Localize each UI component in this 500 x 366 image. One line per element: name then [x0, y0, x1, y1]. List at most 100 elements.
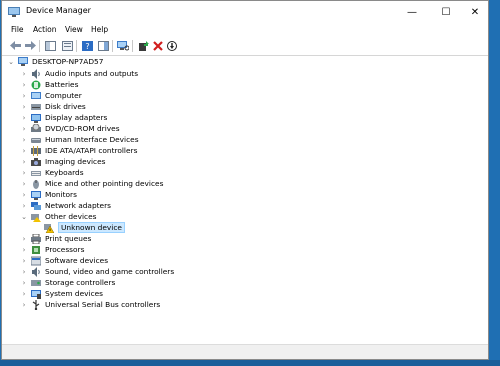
device-manager-window: Device Manager — ☐ ✕ File Action View He…: [1, 0, 489, 360]
properties-icon[interactable]: [60, 39, 74, 52]
tree-item-disk-drives[interactable]: › Disk drives: [20, 101, 86, 112]
tree-item-label: Audio inputs and outputs: [45, 69, 139, 78]
tree-item-dvd[interactable]: › DVD/CD-ROM drives: [20, 123, 120, 134]
minimize-button[interactable]: —: [398, 1, 426, 23]
tree-item-label: Network adapters: [45, 201, 111, 210]
tree-item-batteries[interactable]: › Batteries: [20, 79, 78, 90]
tree-item-other-devices[interactable]: ⌄ Other devices: [20, 211, 96, 222]
expand-chevron-icon[interactable]: ›: [20, 189, 28, 200]
close-button[interactable]: ✕: [461, 1, 489, 23]
device-tree[interactable]: ⌄ DESKTOP-NP7AD57 › Audio inputs and out…: [2, 56, 488, 346]
tree-item-print-queues[interactable]: › Print queues: [20, 233, 91, 244]
expand-chevron-icon[interactable]: ›: [20, 299, 28, 310]
tree-item-label: Display adapters: [45, 113, 108, 122]
printer-icon: [31, 233, 41, 244]
tree-item-unknown-device[interactable]: Unknown device: [33, 222, 125, 233]
expand-chevron-icon[interactable]: ›: [20, 112, 28, 123]
device-manager-icon: [8, 7, 20, 17]
tree-item-storage[interactable]: › Storage controllers: [20, 277, 116, 288]
expand-chevron-icon[interactable]: ›: [20, 244, 28, 255]
tree-root[interactable]: ⌄ DESKTOP-NP7AD57: [7, 56, 103, 67]
ide-controller-icon: [31, 145, 41, 156]
tree-item-label: System devices: [45, 289, 104, 298]
expand-chevron-icon[interactable]: ›: [20, 134, 28, 145]
show-hide-console-tree-icon[interactable]: [43, 39, 57, 52]
tree-item-label: Processors: [45, 245, 85, 254]
tree-item-mice[interactable]: › Mice and other pointing devices: [20, 178, 163, 189]
expand-chevron-icon[interactable]: ›: [20, 277, 28, 288]
menu-help[interactable]: Help: [91, 25, 108, 34]
network-adapter-icon: [31, 201, 41, 211]
tree-item-sound[interactable]: › Sound, video and game controllers: [20, 266, 174, 277]
tree-item-label: DVD/CD-ROM drives: [45, 124, 120, 133]
expand-chevron-icon[interactable]: ›: [20, 101, 28, 112]
tree-item-keyboards[interactable]: › Keyboards: [20, 167, 84, 178]
expand-chevron-icon[interactable]: ›: [20, 90, 28, 101]
expand-chevron-icon[interactable]: ›: [20, 156, 28, 167]
expand-chevron-icon[interactable]: ›: [20, 123, 28, 134]
tree-item-ide[interactable]: › IDE ATA/ATAPI controllers: [20, 145, 137, 156]
processor-icon: [31, 245, 41, 255]
tree-item-hid[interactable]: › Human Interface Devices: [20, 134, 139, 145]
toolbar: ?: [2, 37, 488, 56]
system-devices-icon: [31, 289, 41, 299]
expand-chevron-icon[interactable]: ›: [20, 178, 28, 189]
toolbar-separator: [76, 40, 77, 52]
menu-view[interactable]: View: [65, 25, 83, 34]
help-icon[interactable]: ?: [80, 39, 94, 52]
tree-item-network[interactable]: › Network adapters: [20, 200, 111, 211]
other-devices-icon: [31, 212, 41, 222]
maximize-button[interactable]: ☐: [432, 1, 460, 23]
expand-chevron-icon[interactable]: ›: [20, 167, 28, 178]
tree-item-display-adapters[interactable]: › Display adapters: [20, 112, 107, 123]
back-icon[interactable]: [8, 39, 22, 52]
disk-drive-icon: [31, 102, 41, 112]
collapse-chevron-icon[interactable]: ⌄: [7, 56, 15, 67]
expand-chevron-icon[interactable]: ›: [20, 145, 28, 156]
computer-icon: [18, 56, 28, 67]
tree-item-label: Human Interface Devices: [45, 135, 139, 144]
menu-file[interactable]: File: [11, 25, 24, 34]
title-bar[interactable]: Device Manager — ☐ ✕: [2, 1, 488, 23]
tree-item-processors[interactable]: › Processors: [20, 244, 85, 255]
tree-item-system-devices[interactable]: › System devices: [20, 288, 103, 299]
camera-icon: [31, 157, 41, 167]
tree-item-audio[interactable]: › Audio inputs and outputs: [20, 68, 138, 79]
battery-icon: [31, 80, 41, 90]
tree-item-label: Other devices: [45, 212, 97, 221]
tree-item-usb[interactable]: › Universal Serial Bus controllers: [20, 299, 160, 310]
storage-controller-icon: [31, 278, 41, 288]
tree-item-software-devices[interactable]: › Software devices: [20, 255, 108, 266]
window-title: Device Manager: [26, 6, 91, 15]
action-pane-icon[interactable]: [96, 39, 110, 52]
tree-item-label: IDE ATA/ATAPI controllers: [45, 146, 138, 155]
tree-item-computer[interactable]: › Computer: [20, 90, 82, 101]
dvd-drive-icon: [31, 123, 41, 134]
expand-chevron-icon[interactable]: ›: [20, 200, 28, 211]
expand-chevron-icon[interactable]: ›: [20, 233, 28, 244]
expand-chevron-icon[interactable]: ›: [20, 288, 28, 299]
scan-hardware-icon[interactable]: [116, 39, 130, 52]
root-label: DESKTOP-NP7AD57: [32, 57, 104, 66]
update-driver-icon[interactable]: [136, 39, 150, 52]
expand-chevron-icon[interactable]: ›: [20, 255, 28, 266]
tree-item-monitors[interactable]: › Monitors: [20, 189, 77, 200]
collapse-chevron-icon[interactable]: ⌄: [20, 211, 28, 222]
expand-chevron-icon[interactable]: ›: [20, 266, 28, 277]
disable-device-icon[interactable]: [165, 39, 179, 52]
forward-icon[interactable]: [23, 39, 37, 52]
expand-chevron-icon[interactable]: ›: [20, 68, 28, 79]
tree-item-label: Storage controllers: [45, 278, 116, 287]
usb-icon: [31, 299, 41, 310]
expand-chevron-icon[interactable]: ›: [20, 79, 28, 90]
menu-action[interactable]: Action: [33, 25, 57, 34]
uninstall-icon[interactable]: [151, 39, 165, 52]
taskbar-edge: [0, 360, 500, 366]
computer-icon: [31, 91, 41, 101]
menu-bar: File Action View Help: [2, 23, 488, 37]
keyboard-icon: [31, 168, 41, 178]
tree-item-label: Software devices: [45, 256, 109, 265]
tree-item-label: Computer: [45, 91, 82, 100]
tree-item-imaging[interactable]: › Imaging devices: [20, 156, 106, 167]
toolbar-separator: [132, 40, 133, 52]
